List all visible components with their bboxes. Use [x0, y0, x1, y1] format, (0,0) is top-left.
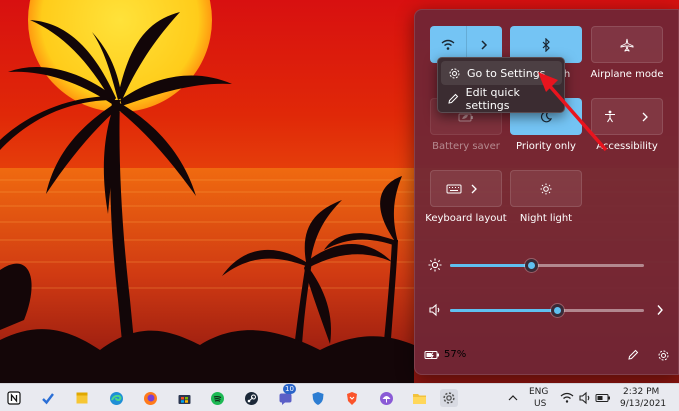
spotify-icon[interactable]	[209, 390, 225, 406]
keyboard-layout-tile[interactable]	[430, 170, 502, 207]
chat-icon[interactable]: 10	[277, 384, 296, 406]
gear-icon[interactable]	[657, 349, 670, 362]
keyboard-icon	[446, 184, 462, 193]
keyboard-layout-expand-button[interactable]	[466, 171, 501, 206]
brightness-slider-thumb[interactable]	[525, 259, 539, 272]
go-to-settings-menu-item[interactable]: Go to Settings	[441, 61, 562, 85]
accessibility-label: Accessibility	[596, 141, 658, 152]
umbrella-icon[interactable]	[378, 390, 394, 406]
sun-icon	[428, 258, 442, 272]
night-light-tile[interactable]	[510, 170, 582, 207]
battery-tray-icon[interactable]	[595, 390, 611, 406]
pencil-icon	[448, 93, 459, 104]
notion-icon[interactable]	[6, 390, 22, 406]
chevron-right-icon	[481, 39, 488, 50]
accessibility-tile[interactable]	[591, 98, 663, 135]
edit-quick-settings-label: Edit quick settings	[465, 86, 520, 112]
volume-slider-thumb[interactable]	[550, 304, 564, 317]
speaker-icon	[429, 303, 440, 317]
file-explorer-icon[interactable]	[411, 390, 427, 406]
airplane-mode-tile[interactable]	[591, 26, 663, 63]
tasks-icon[interactable]	[40, 390, 56, 406]
accessibility-expand-button[interactable]	[627, 99, 662, 134]
accessibility-toggle[interactable]	[592, 99, 627, 134]
brightness-slider-row	[428, 257, 668, 273]
airplane-mode-label: Airplane mode	[590, 69, 664, 80]
volume-slider-fill	[450, 309, 557, 312]
wifi-icon	[441, 39, 455, 50]
battery-status[interactable]: 57%	[424, 349, 466, 360]
quick-settings-footer: 57%	[414, 344, 679, 370]
store-icon[interactable]	[176, 390, 192, 406]
windows-security-icon[interactable]	[310, 390, 326, 406]
edge-icon[interactable]	[108, 390, 124, 406]
night-light-icon	[540, 183, 552, 194]
battery-charging-icon	[424, 350, 439, 359]
volume-tray-icon[interactable]	[577, 390, 593, 406]
bluetooth-icon	[542, 37, 550, 52]
tile-context-menu: Go to Settings Edit quick settings	[437, 57, 565, 113]
chat-badge: 10	[283, 384, 296, 394]
brightness-slider-fill	[450, 264, 532, 267]
chevron-right-icon	[642, 112, 648, 121]
brightness-slider[interactable]	[450, 259, 644, 272]
firefox-icon[interactable]	[142, 390, 158, 406]
gear-icon	[449, 68, 459, 78]
keyboard-layout-toggle[interactable]	[431, 171, 466, 206]
airplane-icon	[620, 38, 634, 52]
battery-leaf-icon	[458, 113, 473, 121]
settings-icon[interactable]	[440, 389, 458, 407]
accessibility-icon	[604, 110, 615, 123]
volume-slider-row	[428, 302, 668, 318]
battery-percent: 57%	[444, 349, 467, 360]
show-hidden-icons-chevron-icon[interactable]	[505, 390, 521, 406]
language-indicator[interactable]: ENG	[529, 387, 548, 397]
language-region: US	[534, 399, 547, 409]
go-to-settings-label: Go to Settings	[467, 66, 546, 80]
clock-time[interactable]: 2:32 PM	[623, 387, 659, 397]
pencil-icon[interactable]	[627, 349, 639, 361]
chevron-right-icon	[471, 184, 477, 193]
taskbar: 10 ENG US 2:32 PM 9/13/2021	[0, 383, 679, 411]
steam-icon[interactable]	[243, 390, 259, 406]
sticky-notes-icon[interactable]	[74, 390, 90, 406]
night-light-label: Night light	[519, 213, 573, 224]
volume-slider[interactable]	[450, 304, 644, 317]
wifi-tray-icon[interactable]	[559, 390, 575, 406]
clock-date: 9/13/2021	[620, 399, 667, 409]
audio-output-chevron-icon[interactable]	[656, 304, 664, 316]
brave-icon[interactable]	[344, 390, 360, 406]
edit-quick-settings-menu-item[interactable]: Edit quick settings	[441, 86, 562, 112]
